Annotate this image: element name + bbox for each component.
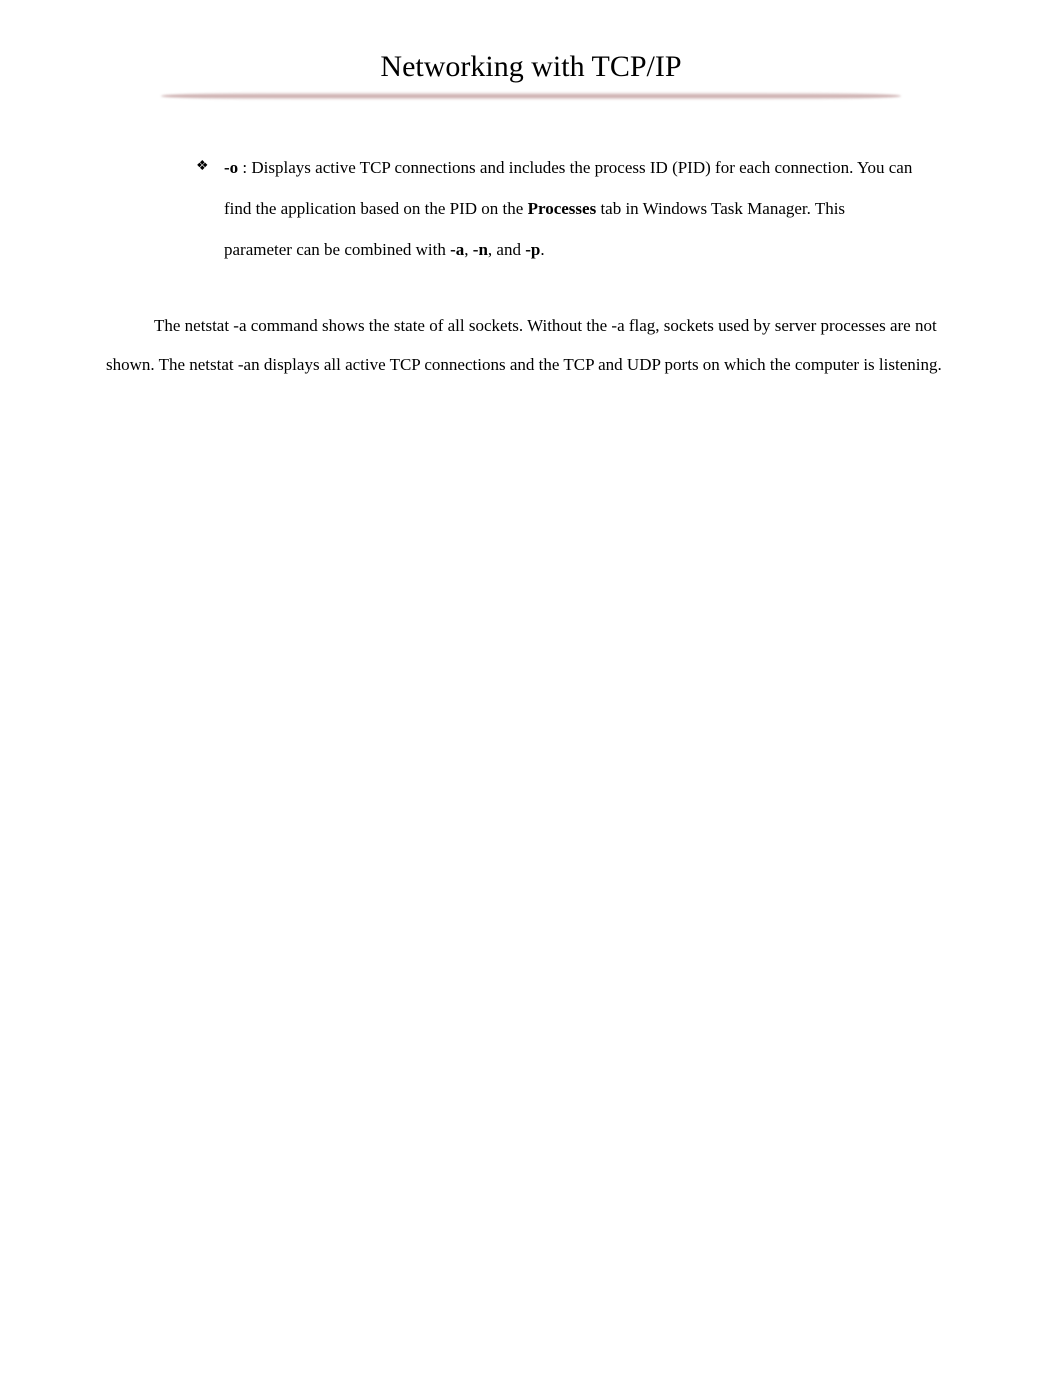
flag-o-label: -o <box>224 158 238 177</box>
sep-1: , <box>464 240 473 259</box>
bullet-text: -o : Displays active TCP connections and… <box>224 148 916 270</box>
bullet-list-item: ❖ -o : Displays active TCP connections a… <box>196 148 916 270</box>
body-paragraph: The netstat -a command shows the state o… <box>106 306 956 384</box>
flag-n: -n <box>473 240 488 259</box>
sep-2: , and <box>488 240 525 259</box>
title-divider <box>161 92 901 100</box>
document-content: Networking with TCP/IP ❖ -o : Displays a… <box>106 50 956 385</box>
flag-a: -a <box>450 240 464 259</box>
paragraph-text: The netstat -a command shows the state o… <box>106 316 942 374</box>
flag-p: -p <box>525 240 540 259</box>
processes-tab-name: Processes <box>528 199 597 218</box>
bullet-period: . <box>540 240 544 259</box>
page-title: Networking with TCP/IP <box>106 50 956 84</box>
flag-separator: : <box>238 158 247 177</box>
diamond-bullet-icon: ❖ <box>196 148 224 184</box>
